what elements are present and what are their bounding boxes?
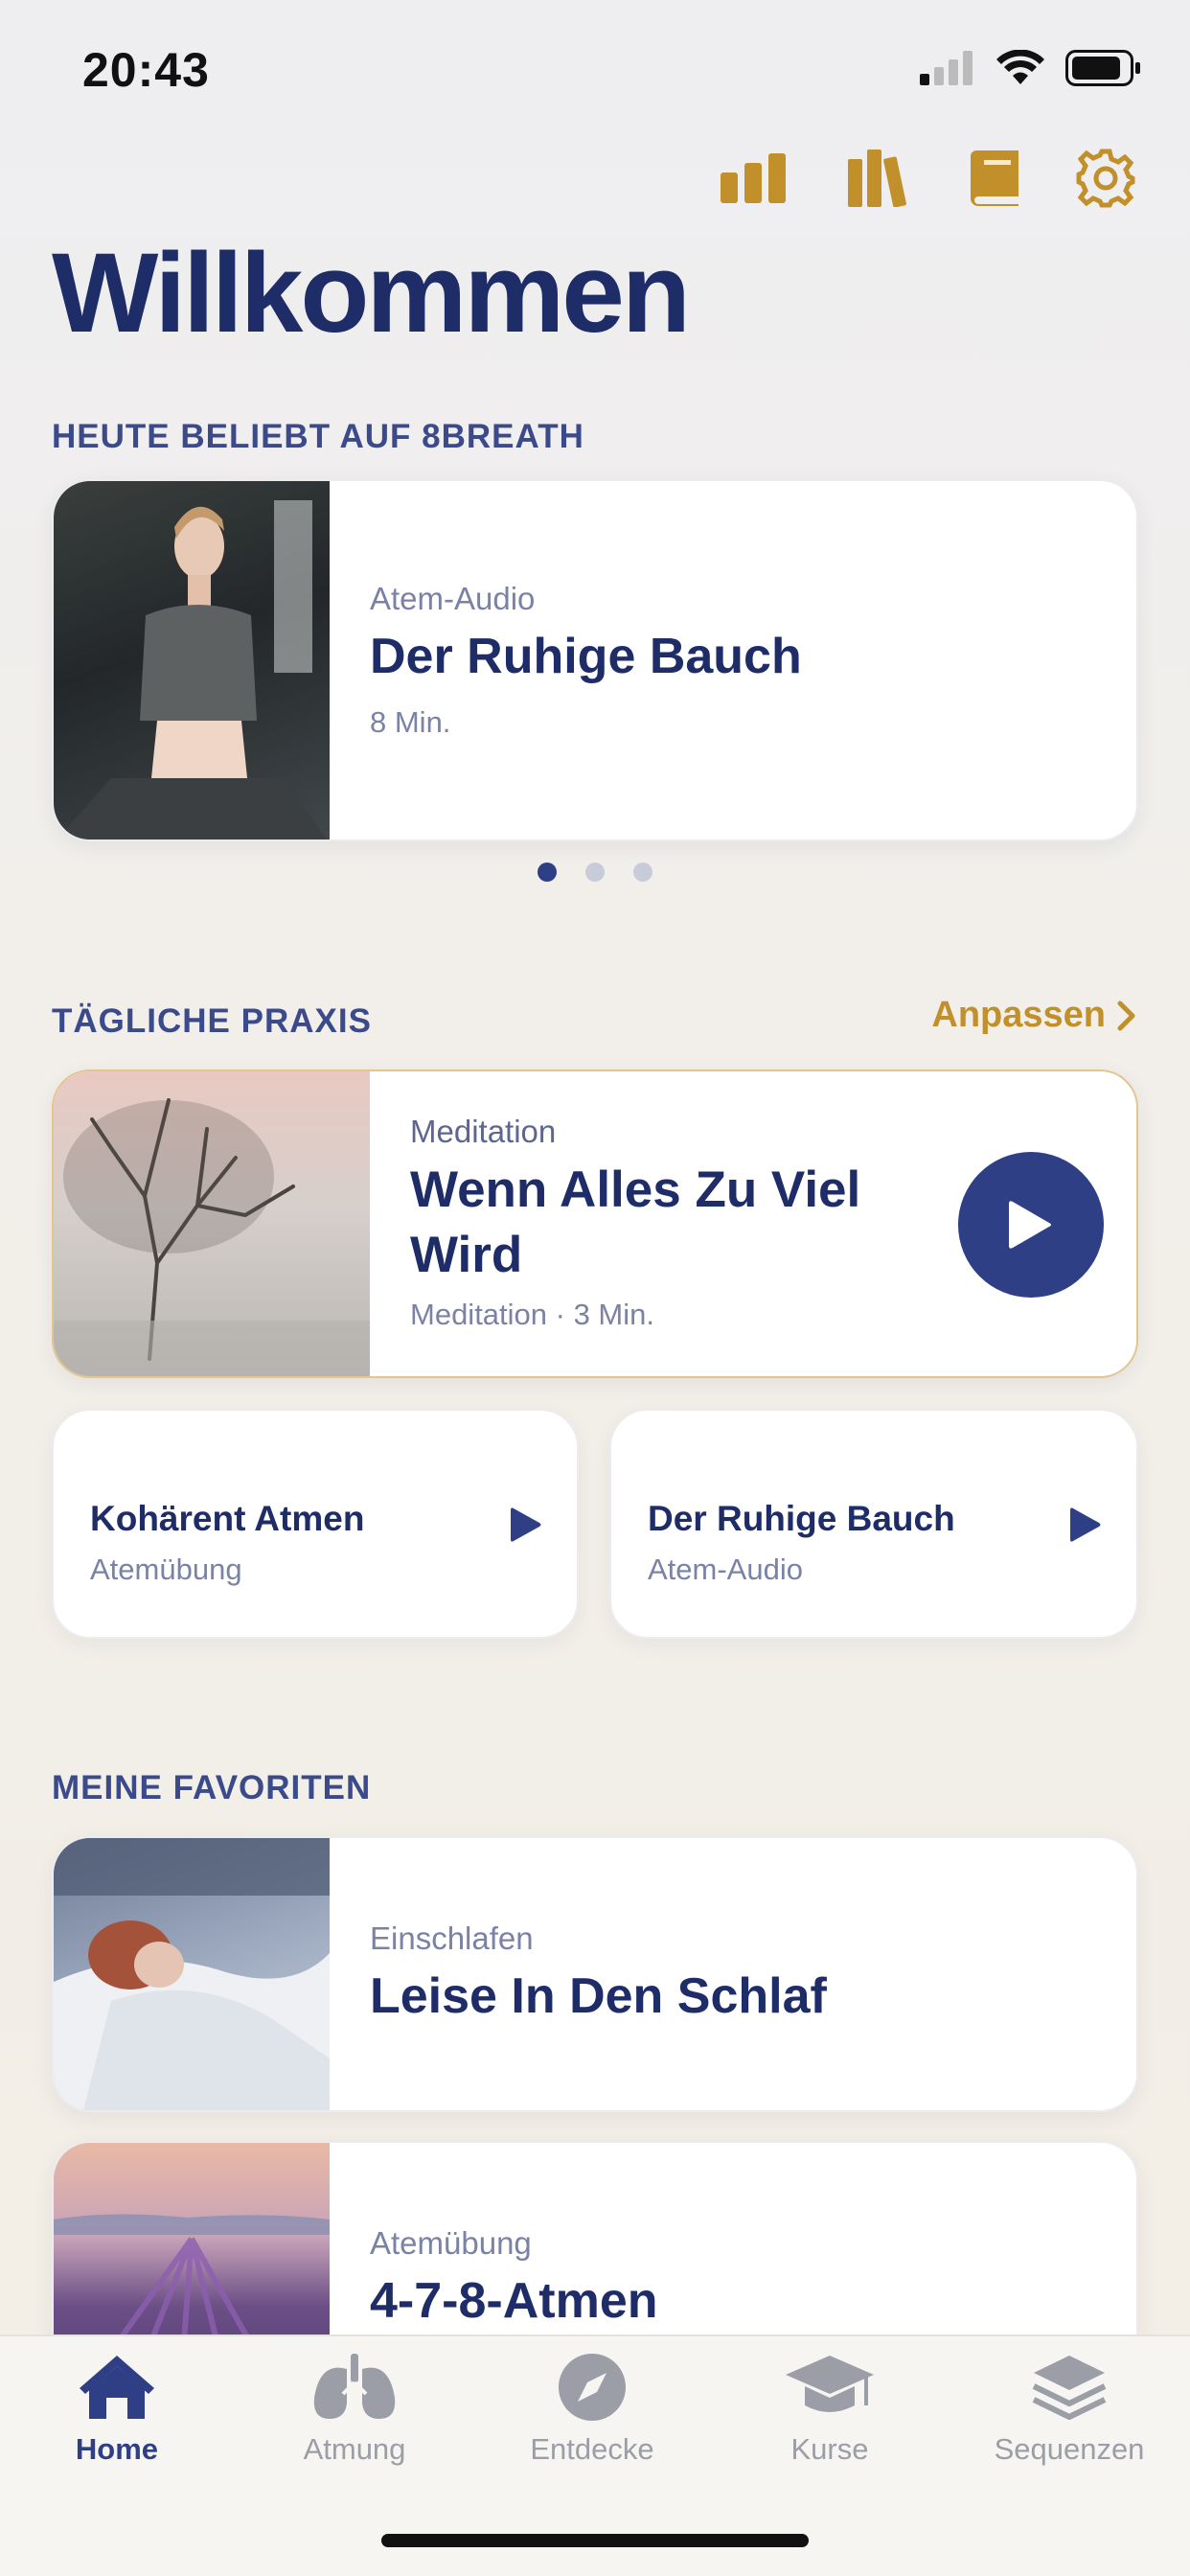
tab-label: Sequenzen — [994, 2432, 1145, 2466]
stats-icon[interactable] — [715, 140, 791, 217]
book-icon[interactable] — [956, 140, 1033, 217]
featured-title-line1: Wenn Alles Zu Viel — [410, 1162, 861, 1218]
favorite-card-kicker: Einschlafen — [370, 1920, 534, 1956]
mini-practice-card[interactable]: Der Ruhige Bauch Atem-Audio — [609, 1409, 1138, 1639]
chevron-right-icon — [1117, 1000, 1135, 1030]
popular-card[interactable]: Atem-Audio Der Ruhige Bauch 8 Min. — [52, 479, 1138, 841]
favorite-card-kicker: Atemübung — [370, 2225, 532, 2261]
battery-icon — [1065, 50, 1140, 86]
featured-kicker: Meditation — [410, 1114, 557, 1149]
wifi-icon — [996, 50, 1044, 84]
carousel-dots[interactable] — [0, 862, 1190, 882]
layers-icon — [1032, 2356, 1107, 2420]
home-indicator — [381, 2534, 809, 2547]
library-icon[interactable] — [841, 140, 918, 217]
play-icon — [1009, 1201, 1051, 1249]
settings-icon[interactable] — [1067, 140, 1144, 217]
popular-section-label: HEUTE BELIEBT AUF 8BREATH — [52, 418, 584, 455]
carousel-dot[interactable] — [633, 862, 652, 882]
featured-meta: Meditation · 3 Min. — [410, 1298, 654, 1331]
daily-section-label: TÄGLICHE PRAXIS — [52, 1002, 372, 1040]
popular-card-meta: 8 Min. — [370, 705, 451, 739]
adjust-label: Anpassen — [931, 995, 1106, 1035]
tab-home[interactable]: Home — [21, 2352, 213, 2467]
play-icon[interactable] — [1069, 1506, 1102, 1543]
carousel-dot[interactable] — [585, 862, 605, 882]
popular-card-title: Der Ruhige Bauch — [370, 629, 802, 684]
favorite-card-image — [54, 1838, 330, 2110]
featured-title-line2: Wird — [410, 1227, 523, 1283]
compass-icon — [559, 2354, 626, 2421]
mini-card-subtitle: Atem-Audio — [648, 1552, 803, 1586]
tab-label: Home — [75, 2432, 159, 2466]
featured-card-image — [54, 1071, 370, 1376]
mini-card-title: Kohärent Atmen — [90, 1499, 365, 1538]
play-icon[interactable] — [510, 1506, 542, 1543]
mini-card-subtitle: Atemübung — [90, 1552, 242, 1586]
popular-card-kicker: Atem-Audio — [370, 581, 536, 616]
graduation-cap-icon — [786, 2356, 874, 2412]
tab-kurse[interactable]: Kurse — [734, 2352, 926, 2467]
status-icons — [920, 50, 1142, 86]
home-icon — [80, 2356, 154, 2419]
mini-card-title: Der Ruhige Bauch — [648, 1499, 955, 1538]
mini-practice-card[interactable]: Kohärent Atmen Atemübung — [52, 1409, 579, 1639]
lungs-icon — [313, 2354, 396, 2419]
favorite-card[interactable]: Einschlafen Leise In Den Schlaf — [52, 1836, 1138, 2112]
tab-sequenzen[interactable]: Sequenzen — [973, 2352, 1165, 2467]
popular-card-image — [54, 481, 330, 840]
favorite-card-title: Leise In Den Schlaf — [370, 1968, 827, 2024]
tab-label: Atmung — [303, 2432, 406, 2466]
carousel-dot[interactable] — [538, 862, 557, 882]
featured-practice-card[interactable]: Meditation Wenn Alles Zu Viel Wird Medit… — [52, 1070, 1138, 1378]
top-toolbar — [0, 140, 1190, 217]
signal-icon — [920, 51, 973, 85]
tab-atmung[interactable]: Atmung — [259, 2352, 450, 2467]
tab-label: Kurse — [790, 2432, 869, 2466]
tab-label: Entdecke — [530, 2432, 654, 2466]
favorites-section-label: MEINE FAVORITEN — [52, 1769, 372, 1806]
page-title: Willkommen — [52, 230, 691, 356]
tab-entdecke[interactable]: Entdecke — [496, 2352, 688, 2467]
favorite-card-title: 4-7-8-Atmen — [370, 2273, 658, 2329]
featured-play-button[interactable] — [958, 1152, 1104, 1298]
adjust-link[interactable]: Anpassen — [931, 995, 1136, 1036]
status-time: 20:43 — [82, 43, 210, 97]
